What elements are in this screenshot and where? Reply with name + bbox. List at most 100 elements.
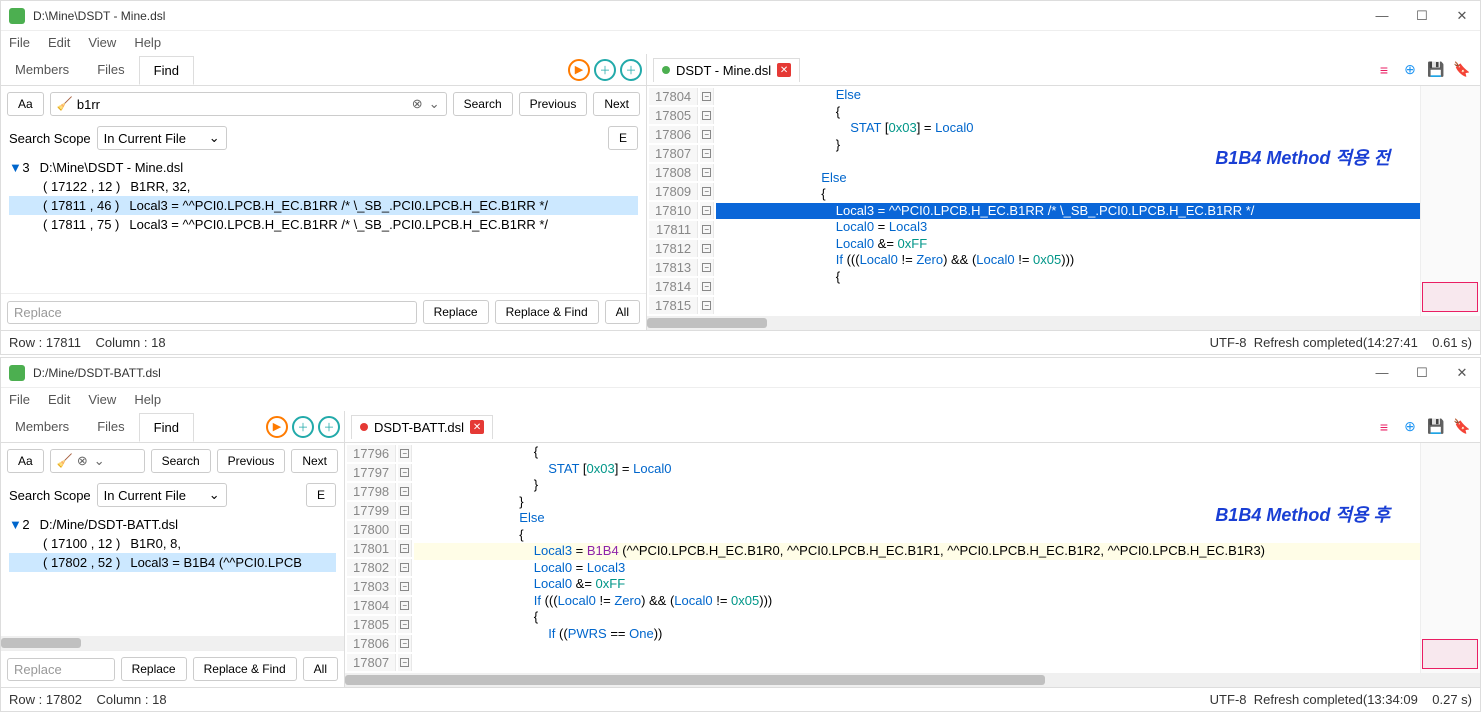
fold-icon[interactable]: − — [702, 130, 711, 139]
results-header[interactable]: ▼ 3 D:\Mine\DSDT - Mine.dsl — [9, 158, 638, 177]
clear-icon[interactable]: ⊗ — [412, 96, 423, 112]
dropdown-icon[interactable]: ⌄ — [94, 453, 105, 469]
fold-icon[interactable]: − — [400, 487, 409, 496]
save-icon[interactable]: 💾 — [1426, 417, 1446, 437]
fold-icon[interactable]: − — [400, 506, 409, 515]
fold-icon[interactable]: − — [400, 468, 409, 477]
code-line[interactable]: Else — [716, 87, 1420, 104]
fold-icon[interactable]: − — [400, 563, 409, 572]
search-result-item[interactable]: ( 17802 , 52 ) Local3 = B1B4 (^^PCI0.LPC… — [9, 553, 336, 572]
tab-find[interactable]: Find — [139, 413, 194, 442]
code-line[interactable]: If (((Local0 != Zero) && (Local0 != 0x05… — [414, 593, 1420, 610]
fold-icon[interactable]: − — [702, 301, 711, 310]
search-result-item[interactable]: ( 17811 , 46 ) Local3 = ^^PCI0.LPCB.H_EC… — [9, 196, 638, 215]
minimize-button[interactable]: — — [1372, 363, 1392, 383]
case-toggle[interactable]: Aa — [7, 92, 44, 116]
menu-help[interactable]: Help — [134, 392, 161, 407]
save-icon[interactable]: 💾 — [1426, 60, 1446, 80]
menu-file[interactable]: File — [9, 392, 30, 407]
tab-files[interactable]: Files — [83, 56, 138, 83]
file-tab[interactable]: DSDT-BATT.dsl ✕ — [351, 415, 493, 439]
search-button[interactable]: Search — [151, 449, 211, 473]
search-input[interactable]: 🧹 b1rr ⊗ ⌄ — [50, 92, 447, 116]
next-button[interactable]: Next — [291, 449, 338, 473]
play-icon[interactable]: ▶ — [568, 59, 590, 81]
maximize-button[interactable]: ☐ — [1412, 363, 1432, 383]
results-header[interactable]: ▼ 2 D:/Mine/DSDT-BATT.dsl — [9, 515, 336, 534]
code-line[interactable]: Else — [716, 170, 1420, 187]
code-line[interactable]: If ((PWRS == One)) — [414, 626, 1420, 643]
fold-icon[interactable]: − — [400, 449, 409, 458]
scope-select[interactable]: In Current File ⌄ — [97, 126, 227, 150]
code-line[interactable]: Local0 = Local3 — [716, 219, 1420, 236]
fold-icon[interactable]: − — [702, 168, 711, 177]
menu-edit[interactable]: Edit — [48, 35, 70, 50]
code-line[interactable]: { — [716, 186, 1420, 203]
minimap-viewport[interactable] — [1422, 639, 1478, 669]
search-button[interactable]: Search — [453, 92, 513, 116]
fold-icon[interactable]: − — [702, 149, 711, 158]
code-line[interactable]: { — [414, 527, 1420, 544]
dropdown-icon[interactable]: ⌄ — [429, 96, 440, 112]
bookmark-icon[interactable]: 🔖 — [1452, 417, 1472, 437]
expand-icon[interactable]: ▼ — [9, 517, 19, 532]
clear-icon[interactable]: ⊗ — [77, 453, 88, 469]
menu-view[interactable]: View — [88, 35, 116, 50]
h-scrollbar[interactable] — [647, 316, 1480, 330]
case-toggle[interactable]: Aa — [7, 449, 44, 473]
add-icon[interactable]: ＋ — [292, 416, 314, 438]
fold-icon[interactable]: − — [702, 187, 711, 196]
close-tab-icon[interactable]: ✕ — [777, 63, 791, 77]
minimize-button[interactable]: — — [1372, 6, 1392, 26]
close-button[interactable]: ✕ — [1452, 363, 1472, 383]
minimap-viewport[interactable] — [1422, 282, 1478, 312]
e-button[interactable]: E — [608, 126, 638, 150]
add-icon-2[interactable]: ＋ — [318, 416, 340, 438]
tab-find[interactable]: Find — [139, 56, 194, 85]
code-editor[interactable]: 17804−17805−17806−17807−17808−17809−1781… — [647, 86, 1480, 316]
fold-icon[interactable]: − — [702, 225, 711, 234]
fold-icon[interactable]: − — [702, 282, 711, 291]
fold-icon[interactable]: − — [400, 601, 409, 610]
file-tab[interactable]: DSDT - Mine.dsl ✕ — [653, 58, 800, 82]
code-line[interactable]: Local0 &= 0xFF — [716, 236, 1420, 253]
bookmark-icon[interactable]: 🔖 — [1452, 60, 1472, 80]
search-result-item[interactable]: ( 17811 , 75 ) Local3 = ^^PCI0.LPCB.H_EC… — [9, 215, 638, 234]
replace-all-button[interactable]: All — [303, 657, 338, 681]
replace-find-button[interactable]: Replace & Find — [495, 300, 599, 324]
tab-members[interactable]: Members — [1, 413, 83, 440]
replace-input[interactable]: Replace — [7, 658, 115, 681]
add-icon[interactable]: ＋ — [594, 59, 616, 81]
h-scrollbar[interactable] — [345, 673, 1480, 687]
code-line[interactable]: { — [414, 444, 1420, 461]
search-input[interactable]: 🧹 ⊗ ⌄ — [50, 449, 145, 473]
maximize-button[interactable]: ☐ — [1412, 6, 1432, 26]
h-scrollbar-results[interactable] — [1, 636, 344, 650]
code-line[interactable]: Local0 &= 0xFF — [414, 576, 1420, 593]
tool-icon-1[interactable]: ≡ — [1374, 60, 1394, 80]
code-line[interactable]: STAT [0x03] = Local0 — [414, 461, 1420, 478]
search-result-item[interactable]: ( 17122 , 12 ) B1RR, 32, — [9, 177, 638, 196]
replace-all-button[interactable]: All — [605, 300, 640, 324]
search-result-item[interactable]: ( 17100 , 12 ) B1R0, 8, — [9, 534, 336, 553]
replace-button[interactable]: Replace — [423, 300, 489, 324]
fold-icon[interactable]: − — [702, 92, 711, 101]
fold-icon[interactable]: − — [400, 544, 409, 553]
fold-icon[interactable]: − — [400, 620, 409, 629]
tool-icon-2[interactable]: ⊕ — [1400, 60, 1420, 80]
code-line[interactable]: { — [716, 269, 1420, 286]
code-line[interactable]: { — [716, 104, 1420, 121]
fold-icon[interactable]: − — [400, 582, 409, 591]
fold-icon[interactable]: − — [702, 111, 711, 120]
close-tab-icon[interactable]: ✕ — [470, 420, 484, 434]
code-line[interactable]: Local3 = ^^PCI0.LPCB.H_EC.B1RR /* \_SB_.… — [716, 203, 1420, 220]
scope-select[interactable]: In Current File ⌄ — [97, 483, 227, 507]
add-icon-2[interactable]: ＋ — [620, 59, 642, 81]
close-button[interactable]: ✕ — [1452, 6, 1472, 26]
next-button[interactable]: Next — [593, 92, 640, 116]
menu-edit[interactable]: Edit — [48, 392, 70, 407]
e-button[interactable]: E — [306, 483, 336, 507]
replace-input[interactable]: Replace — [7, 301, 417, 324]
menu-help[interactable]: Help — [134, 35, 161, 50]
code-line[interactable]: } — [414, 477, 1420, 494]
